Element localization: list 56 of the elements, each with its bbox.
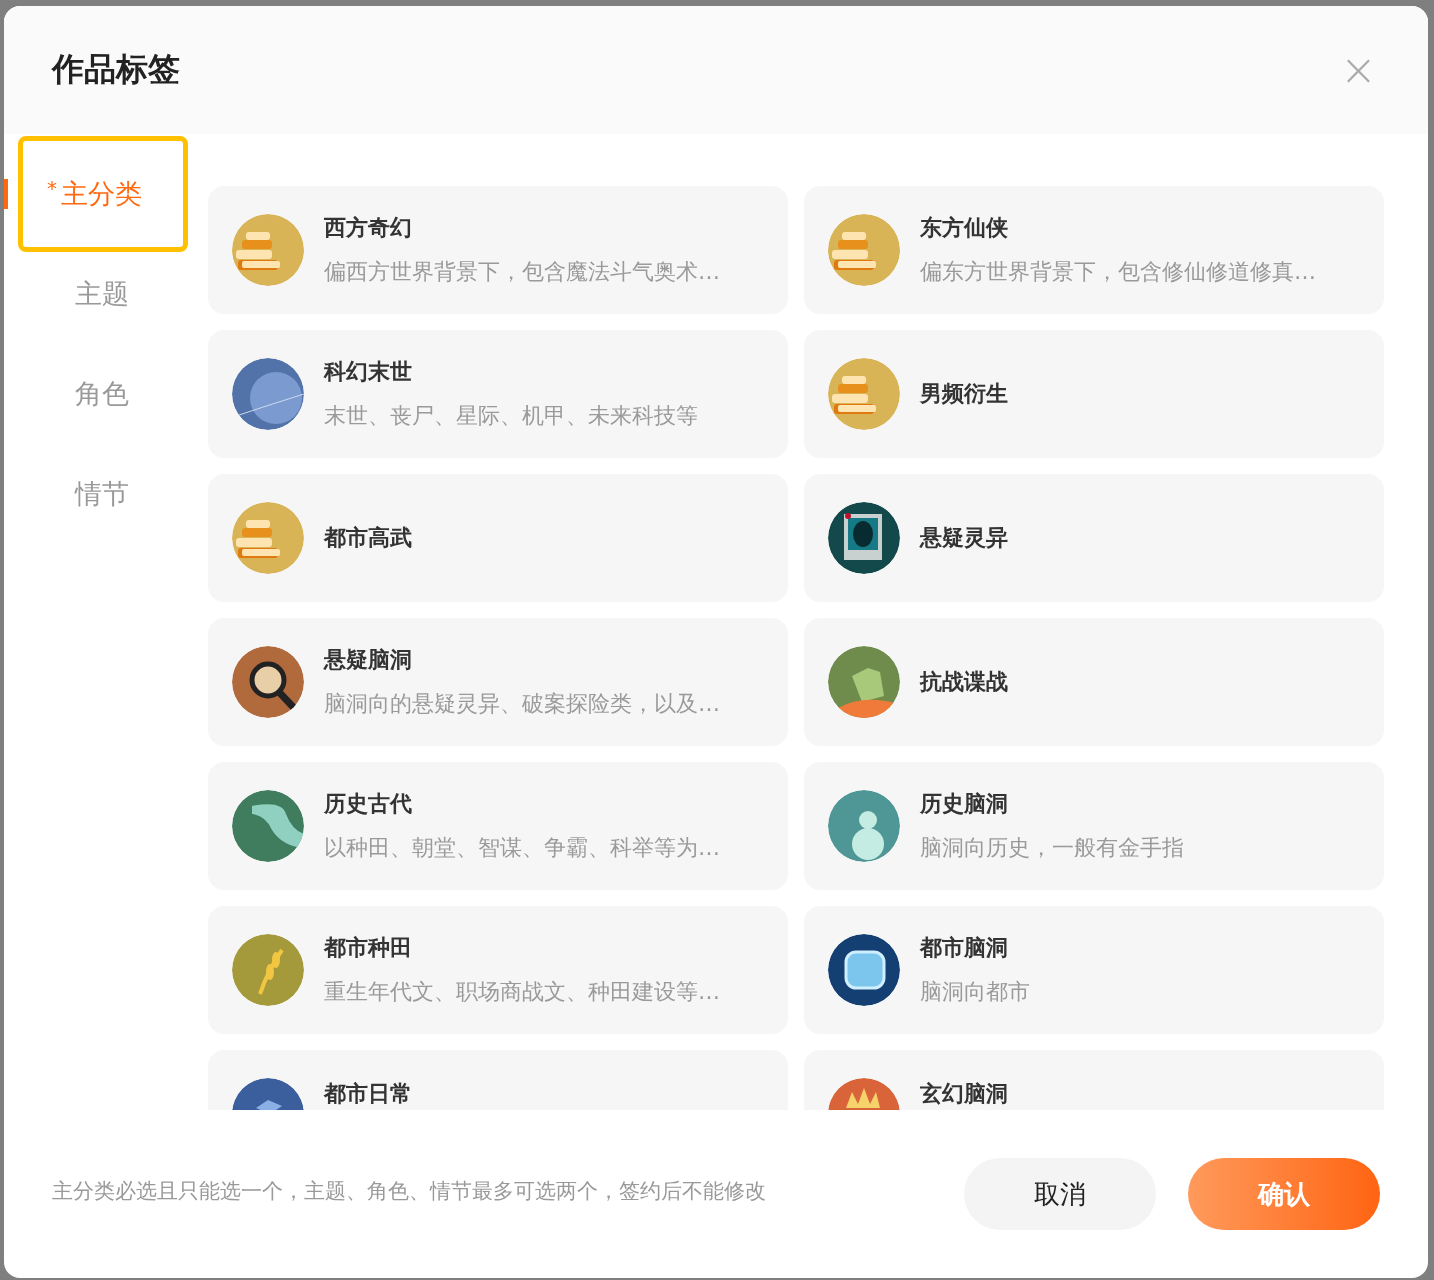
category-description: 偏西方世界背景下，包含魔法斗气奥术… [324, 258, 720, 286]
category-card[interactable]: 科幻末世 末世、丧尸、星际、机甲、未来科技等 [208, 330, 788, 458]
hint-text: 主分类必选且只能选一个，主题、角色、情节最多可选两个，签约后不能修改 [52, 1178, 767, 1205]
category-description: 重生年代文、职场商战文、种田建设等… [324, 978, 720, 1006]
category-title: 都市脑洞 [920, 934, 1009, 962]
category-icon [232, 790, 304, 862]
category-title: 悬疑脑洞 [324, 646, 413, 674]
category-card[interactable]: 历史古代 以种田、朝堂、智谋、争霸、科举等为… [208, 762, 788, 890]
category-description: 末世、丧尸、星际、机甲、未来科技等 [324, 402, 698, 430]
cancel-button[interactable]: 取消 [964, 1158, 1156, 1230]
category-card[interactable]: 都市脑洞 脑洞向都市 [804, 906, 1384, 1034]
category-icon [828, 934, 900, 1006]
category-title: 都市日常 [324, 1080, 412, 1108]
category-title: 科幻末世 [324, 358, 413, 386]
category-title: 东方仙侠 [920, 214, 1009, 242]
category-icon [232, 646, 304, 718]
dialog-title: 作品标签 [52, 49, 180, 90]
category-icon [828, 358, 900, 430]
category-card[interactable]: 男频衍生 [804, 330, 1384, 458]
category-description: 以种田、朝堂、智谋、争霸、科举等为… [324, 834, 720, 862]
category-description: 脑洞向历史，一般有金手指 [920, 834, 1184, 862]
category-card[interactable]: 东方仙侠 偏东方世界背景下，包含修仙修道修真… [804, 186, 1384, 314]
category-icon [232, 358, 304, 430]
category-icon [232, 934, 304, 1006]
category-title: 男频衍生 [920, 380, 1008, 408]
category-card[interactable]: 西方奇幻 偏西方世界背景下，包含魔法斗气奥术… [208, 186, 788, 314]
nav-tab-label: 角色 [75, 377, 129, 411]
category-card[interactable]: 玄幻脑洞 [804, 1050, 1384, 1110]
category-title: 都市高武 [324, 524, 412, 552]
category-card[interactable]: 历史脑洞 脑洞向历史，一般有金手指 [804, 762, 1384, 890]
category-title: 悬疑灵异 [920, 524, 1008, 552]
category-card[interactable]: 抗战谍战 [804, 618, 1384, 746]
category-title: 历史脑洞 [920, 790, 1009, 818]
category-icon [828, 790, 900, 862]
category-card[interactable]: 都市高武 [208, 474, 788, 602]
category-title: 抗战谍战 [920, 668, 1008, 696]
category-title: 都市种田 [324, 934, 413, 962]
category-title: 历史古代 [324, 790, 413, 818]
required-mark: * [47, 176, 57, 200]
category-title: 玄幻脑洞 [920, 1080, 1008, 1108]
category-card[interactable]: 悬疑脑洞 脑洞向的悬疑灵异、破案探险类，以及… [208, 618, 788, 746]
nav-tab-label: 主题 [75, 277, 129, 311]
category-description: 脑洞向的悬疑灵异、破案探险类，以及… [324, 690, 720, 718]
category-title: 西方奇幻 [324, 214, 413, 242]
nav-tab-label: 情节 [75, 477, 129, 511]
category-card[interactable]: 悬疑灵异 [804, 474, 1384, 602]
category-icon [232, 502, 304, 574]
category-icon [828, 502, 900, 574]
nav-tab-label: 主分类 [61, 177, 142, 211]
category-icon [828, 214, 900, 286]
category-icon [232, 214, 304, 286]
category-icon [828, 646, 900, 718]
category-card[interactable]: 都市日常 [208, 1050, 788, 1110]
category-description: 偏东方世界背景下，包含修仙修道修真… [920, 258, 1316, 286]
category-description: 脑洞向都市 [920, 978, 1030, 1006]
category-card[interactable]: 都市种田 重生年代文、职场商战文、种田建设等… [208, 906, 788, 1034]
